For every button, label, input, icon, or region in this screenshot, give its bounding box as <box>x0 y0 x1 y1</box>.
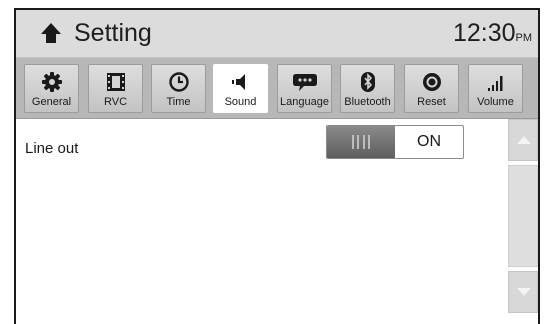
arrow-down-icon <box>517 288 531 296</box>
toggle-knob[interactable] <box>327 126 395 158</box>
grip-icon <box>352 135 370 149</box>
scrollbar[interactable] <box>508 119 538 324</box>
tab-rvc-label: RVC <box>103 96 128 108</box>
tab-general-label: General <box>31 96 72 108</box>
settings-tab-bar: General RVC Time Sound Language Bluetoot… <box>16 58 538 119</box>
tab-rvc[interactable]: RVC <box>88 64 143 113</box>
settings-screen: Setting 12:30PM General RVC Time Sound L… <box>14 8 540 324</box>
tab-language[interactable]: Language <box>277 64 332 113</box>
volume-bars-icon <box>487 76 502 91</box>
scroll-up-button[interactable] <box>508 119 538 161</box>
tab-sound[interactable]: Sound <box>213 64 268 113</box>
tab-language-label: Language <box>280 96 329 108</box>
bluetooth-icon <box>360 72 375 92</box>
clock-icon <box>168 72 189 92</box>
tab-reset-label: Reset <box>417 96 446 108</box>
scroll-thumb[interactable] <box>508 165 538 267</box>
tab-reset[interactable]: Reset <box>404 64 459 113</box>
toggle-state-label: ON <box>417 133 441 150</box>
film-icon <box>106 73 125 91</box>
tab-volume[interactable]: Volume <box>468 64 523 113</box>
header-bar: Setting 12:30PM <box>16 10 538 58</box>
gear-icon <box>41 72 62 92</box>
line-out-label: Line out <box>25 140 79 157</box>
tab-bluetooth[interactable]: Bluetooth <box>340 64 395 113</box>
tab-general[interactable]: General <box>24 64 79 113</box>
tab-sound-label: Sound <box>224 96 257 108</box>
arrow-up-icon <box>517 136 531 144</box>
tab-volume-label: Volume <box>477 96 514 108</box>
home-icon[interactable] <box>40 22 62 44</box>
speech-bubble-icon <box>292 74 317 91</box>
scroll-down-button[interactable] <box>508 271 538 313</box>
tab-time[interactable]: Time <box>151 64 206 113</box>
clock-time: 12:30 <box>452 19 516 47</box>
clock-ampm: PM <box>515 32 533 44</box>
sound-settings-panel: Line out ON <box>16 119 538 324</box>
page-title: Setting <box>74 19 152 47</box>
line-out-toggle[interactable]: ON <box>326 125 464 159</box>
clock: 12:30PM <box>453 17 532 54</box>
reset-icon <box>422 73 441 91</box>
tab-bluetooth-label: Bluetooth <box>344 96 391 108</box>
tab-time-label: Time <box>166 96 191 108</box>
speaker-icon <box>231 74 245 90</box>
